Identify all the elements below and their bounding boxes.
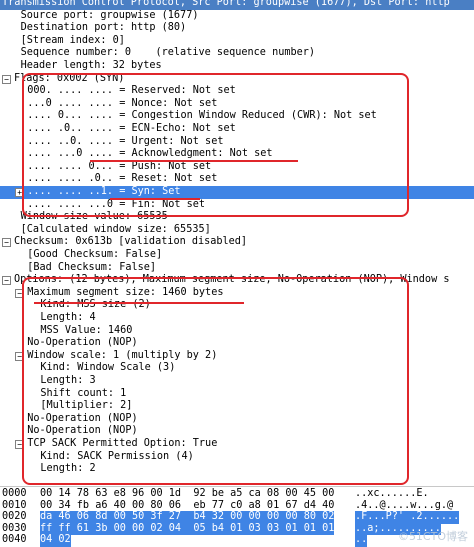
tree-row[interactable]: − Maximum segment size: 1460 bytes	[0, 287, 474, 300]
tree-row-label: .... .... 0... = Push: Not set	[27, 160, 212, 172]
watermark: ©51CTO博客	[397, 530, 468, 543]
expand-icon[interactable]: +	[15, 188, 25, 197]
tree-row[interactable]: +.... .... ..1. = Syn: Set	[0, 186, 474, 199]
tree-row[interactable]: − Options: (12 bytes), Maximum segment si…	[0, 274, 474, 287]
tree-row-label: Length: 3	[40, 375, 96, 386]
tree-row[interactable]: Header length: 32 bytes	[0, 60, 474, 73]
tree-row[interactable]: [Good Checksum: False]	[0, 249, 474, 262]
tree-row-label: Maximum segment size: 1460 bytes	[27, 286, 224, 298]
tree-row[interactable]: − Flags: 0x002 (SYN)	[0, 73, 474, 86]
tree-row[interactable]: .... .... .0.. = Reset: Not set	[0, 173, 474, 186]
hex-bytes: 04 02	[40, 534, 71, 547]
tree-row[interactable]: − Window scale: 1 (multiply by 2)	[0, 350, 474, 363]
tree-row-label: Sequence number: 0 (relative sequence nu…	[20, 47, 315, 59]
tree-row[interactable]: [Bad Checksum: False]	[0, 262, 474, 275]
collapse-icon[interactable]: −	[15, 440, 25, 449]
tree-row-label: .... .... ...0 = Fin: Not set	[27, 198, 206, 210]
tree-row-label: Length: 2	[40, 463, 96, 475]
tree-row-label: .... .0.. .... = ECN-Echo: Not set	[27, 123, 236, 134]
tree-row[interactable]: .... ...0 .... = Acknowledgment: Not set	[0, 148, 474, 161]
tree-row[interactable]: Kind: Window Scale (3)	[0, 362, 474, 375]
tree-row[interactable]: Kind: MSS size (2)	[0, 299, 474, 312]
collapse-icon[interactable]: −	[15, 288, 25, 298]
tree-row[interactable]: Kind: SACK Permission (4)	[0, 451, 474, 464]
collapse-icon[interactable]: −	[2, 276, 11, 286]
tree-row-label: Shift count: 1	[40, 387, 127, 399]
tree-row[interactable]: No-Operation (NOP)	[0, 425, 474, 438]
tree-row-label: Window scale: 1 (multiply by 2)	[27, 349, 218, 361]
hex-ascii: ..	[355, 534, 368, 547]
tree-row[interactable]: Length: 4	[0, 312, 474, 325]
tree-row[interactable]: [Stream index: 0]	[0, 35, 474, 48]
tree-row[interactable]: 000. .... .... = Reserved: Not set	[0, 85, 474, 98]
tree-row-label: .... .... ..1. = Syn: Set	[27, 186, 181, 197]
collapse-icon[interactable]: −	[2, 74, 11, 84]
tree-row-label: Kind: SACK Permission (4)	[40, 450, 194, 462]
tree-row-label: [Good Checksum: False]	[27, 249, 163, 260]
tree-row-label: No-Operation (NOP)	[27, 425, 138, 437]
tree-row-label: [Calculated window size: 65535]	[20, 223, 211, 235]
tree-row[interactable]: Length: 3	[0, 375, 474, 388]
tree-row-label: Flags: 0x002 (SYN)	[14, 72, 125, 84]
tree-row[interactable]: No-Operation (NOP)	[0, 413, 474, 426]
tree-row-label: No-Operation (NOP)	[27, 337, 138, 349]
tree-row-label: 000. .... .... = Reserved: Not set	[27, 85, 236, 97]
tree-row-label: Source port: groupwise (1677)	[20, 9, 199, 21]
tree-row[interactable]: Window size value: 65535	[0, 211, 474, 224]
tree-row[interactable]: .... .0.. .... = ECN-Echo: Not set	[0, 123, 474, 136]
collapse-icon[interactable]: −	[15, 351, 25, 361]
tree-row[interactable]: Sequence number: 0 (relative sequence nu…	[0, 47, 474, 60]
tree-row-label: .... 0... .... = Congestion Window Reduc…	[27, 110, 377, 122]
tree-row-label: .... .... .0.. = Reset: Not set	[27, 173, 218, 185]
tree-row[interactable]: Length: 2	[0, 463, 474, 476]
tree-row-label: TCP SACK Permitted Option: True	[27, 438, 218, 449]
tree-row-label: MSS Value: 1460	[40, 324, 133, 336]
tree-row[interactable]: ...0 .... .... = Nonce: Not set	[0, 98, 474, 111]
tree-row-label: Kind: Window Scale (3)	[40, 362, 176, 374]
tree-row-label: Options: (12 bytes), Maximum segment siz…	[14, 274, 450, 286]
tree-row-label: .... ..0. .... = Urgent: Not set	[27, 135, 224, 147]
tree-row[interactable]: .... .... 0... = Push: Not set	[0, 161, 474, 174]
tree-row-label: Transmission Control Protocol, Src Port:…	[2, 0, 450, 8]
tree-row-label: Header length: 32 bytes	[20, 60, 162, 71]
tree-row[interactable]: .... 0... .... = Congestion Window Reduc…	[0, 110, 474, 123]
tree-row[interactable]: .... ..0. .... = Urgent: Not set	[0, 136, 474, 149]
tree-row[interactable]: [Multiplier: 2]	[0, 400, 474, 413]
tree-row[interactable]: Destination port: http (80)	[0, 22, 474, 35]
tree-row[interactable]: Source port: groupwise (1677)	[0, 10, 474, 23]
tree-row-label: .... ...0 .... = Acknowledgment: Not set	[27, 148, 273, 160]
tree-row[interactable]: Transmission Control Protocol, Src Port:…	[0, 0, 474, 10]
tree-row[interactable]: MSS Value: 1460	[0, 325, 474, 338]
tree-row-label: No-Operation (NOP)	[27, 412, 138, 424]
tree-row[interactable]: − TCP SACK Permitted Option: True	[0, 438, 474, 451]
tree-row-label: [Bad Checksum: False]	[27, 261, 156, 273]
tree-row[interactable]: .... .... ...0 = Fin: Not set	[0, 199, 474, 212]
tree-row[interactable]: No-Operation (NOP)	[0, 337, 474, 350]
tree-row[interactable]: [Calculated window size: 65535]	[0, 224, 474, 237]
tree-row-label: [Multiplier: 2]	[40, 400, 133, 412]
hex-offset: 0040	[2, 534, 27, 546]
tree-row-label: Destination port: http (80)	[20, 22, 187, 34]
tree-row-label: Kind: MSS size (2)	[40, 299, 151, 311]
tree-row-label: Window size value: 65535	[20, 211, 168, 223]
tree-row-label: Length: 4	[40, 312, 96, 323]
tree-row[interactable]: − Checksum: 0x613b [validation disabled]	[0, 236, 474, 249]
collapse-icon[interactable]: −	[2, 238, 11, 248]
tree-row-label: Checksum: 0x613b [validation disabled]	[14, 236, 248, 248]
packet-details-tree[interactable]: Transmission Control Protocol, Src Port:…	[0, 0, 474, 486]
tree-row-label: ...0 .... .... = Nonce: Not set	[27, 97, 218, 109]
tree-row-label: [Stream index: 0]	[20, 34, 125, 46]
tree-row[interactable]: Shift count: 1	[0, 388, 474, 401]
